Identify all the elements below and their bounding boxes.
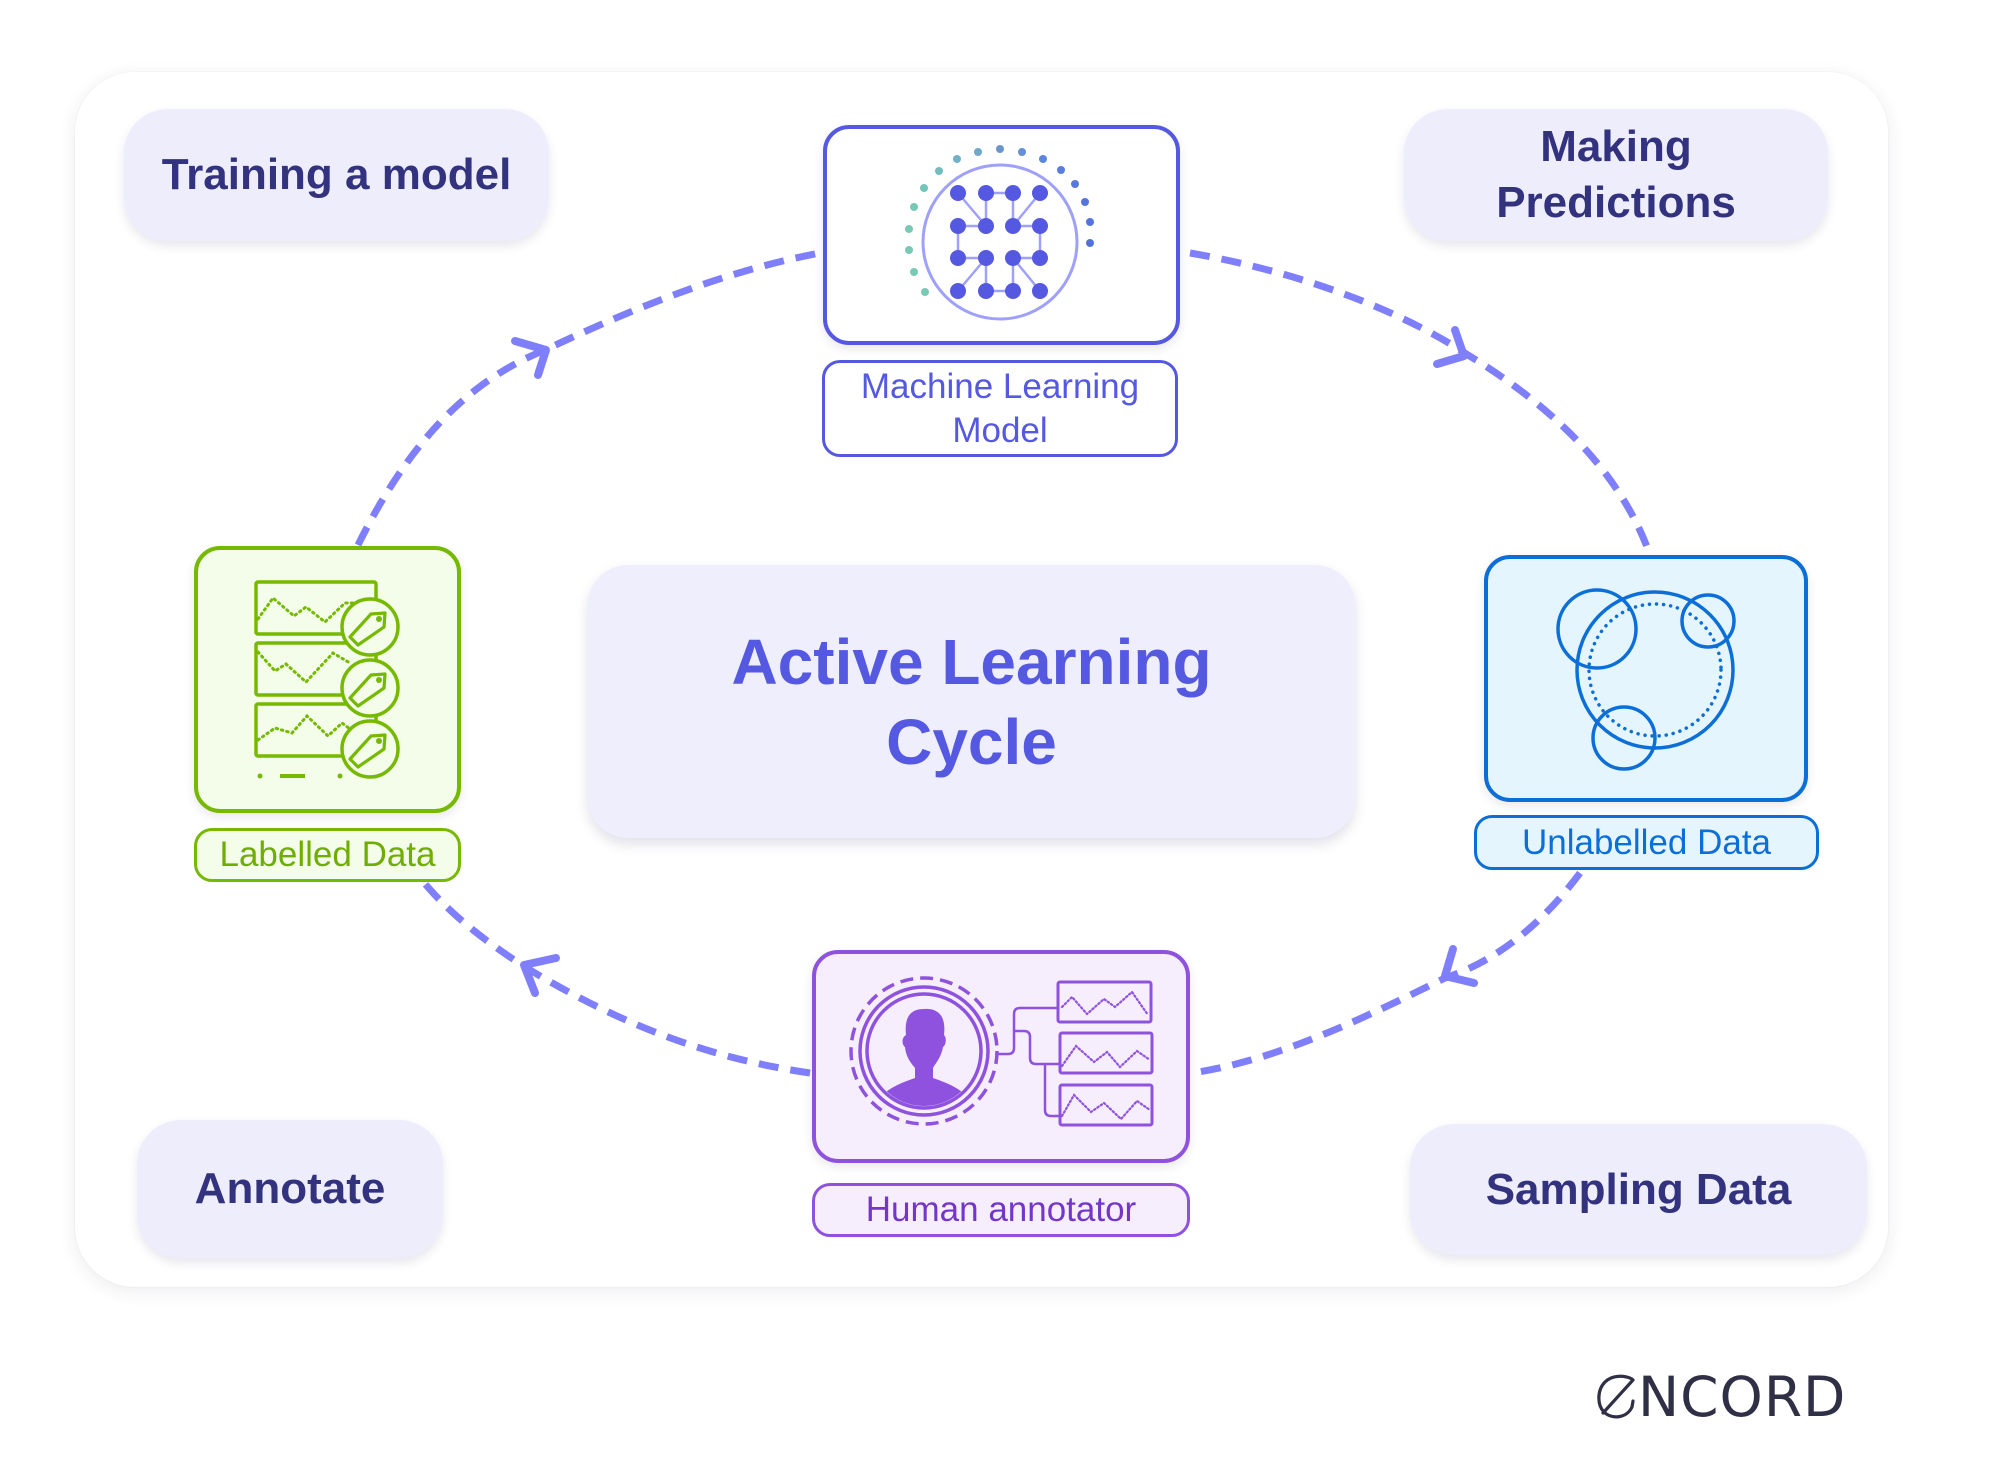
tag-icons — [340, 597, 400, 779]
labelled-data-label: Labelled Data — [194, 828, 461, 882]
labelled-data-label-text: Labelled Data — [219, 835, 436, 874]
encord-wordmark: NCORD — [1638, 1365, 1847, 1429]
tagged-data-icon — [254, 580, 400, 779]
encord-logo: NCORD — [1594, 1365, 1854, 1429]
